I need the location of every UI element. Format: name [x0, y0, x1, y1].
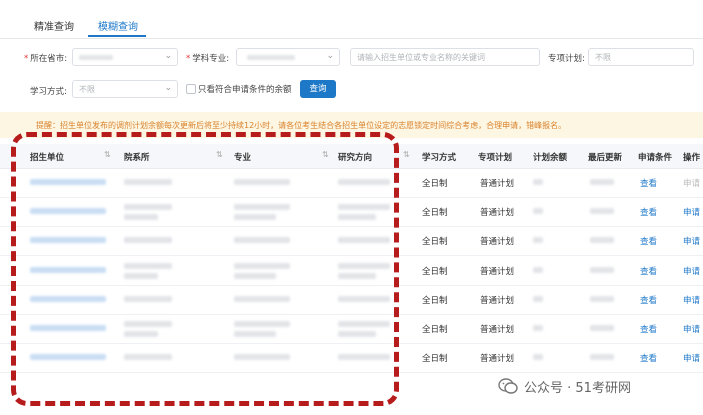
- only-eligible-label: 只看符合申请条件的余额: [198, 85, 292, 95]
- tab-fuzzy-query[interactable]: 模糊查询: [98, 18, 138, 33]
- mode-cell: 全日制: [422, 237, 448, 247]
- col-header-plan[interactable]: 专项计划: [478, 151, 512, 163]
- subject-select[interactable]: ⌄: [236, 48, 340, 66]
- apply-link[interactable]: 申请: [683, 235, 700, 247]
- view-conditions-link[interactable]: 查看: [640, 323, 657, 335]
- col-header-mode[interactable]: 学习方式: [422, 151, 456, 163]
- col-header-updated[interactable]: 最后更新: [588, 151, 622, 163]
- apply-link[interactable]: 申请: [683, 265, 700, 277]
- plan-cell: 普通计划: [480, 208, 515, 218]
- redacted-cell: [533, 208, 543, 214]
- redacted-cell: [590, 267, 614, 273]
- redacted-cell: [590, 179, 614, 185]
- redacted-cell: [590, 325, 614, 331]
- redacted-cell: [533, 354, 543, 360]
- redacted-cell: [590, 237, 614, 243]
- main-panel: 精准查询 模糊查询 * 所在省市: ⌄ * 学科专业: ⌄ 请输入招生单位或专业名称…: [0, 0, 703, 415]
- active-tab-indicator: [88, 35, 146, 37]
- chevron-down-icon: ⌄: [326, 51, 334, 61]
- watermark: 公众号 · 51考研网: [498, 374, 631, 398]
- redacted-cell: [590, 208, 614, 214]
- keyword-input[interactable]: 请输入招生单位或专业名称的关键词: [350, 48, 540, 66]
- plan-cell: 普通计划: [480, 296, 515, 306]
- apply-link: 申请: [683, 179, 701, 189]
- mode-cell: 全日制: [422, 267, 448, 277]
- mode-cell: 全日制: [422, 325, 448, 335]
- plan-cell: 普通计划: [480, 179, 515, 189]
- view-conditions-link[interactable]: 查看: [640, 265, 657, 277]
- only-eligible-checkbox[interactable]: [186, 84, 196, 94]
- notice-text: 提醒：招生单位发布的调剂计划余额每次更新后将至少持续12小时，请各位考生结合各招…: [36, 121, 567, 130]
- province-label: * 所在省市:: [24, 54, 68, 64]
- redacted-cell: [533, 237, 543, 243]
- redacted-cell: [533, 296, 543, 302]
- tab-exact-query[interactable]: 精准查询: [34, 18, 74, 33]
- mode-cell: 全日制: [422, 208, 448, 218]
- mode-label: 学习方式:: [30, 87, 67, 97]
- view-conditions-link[interactable]: 查看: [640, 177, 657, 189]
- redacted-cell: [533, 179, 543, 185]
- query-tabs: 精准查询 模糊查询: [0, 0, 703, 39]
- mode-cell: 全日制: [422, 296, 448, 306]
- redacted-cell: [533, 325, 543, 331]
- plan-cell: 普通计划: [480, 237, 515, 247]
- plan-cell: 普通计划: [480, 267, 515, 277]
- watermark-text: 公众号 · 51考研网: [524, 380, 631, 396]
- wechat-icon: [498, 378, 518, 394]
- mode-select[interactable]: 不限 ⌄: [72, 80, 178, 98]
- query-button[interactable]: 查询: [300, 80, 336, 98]
- col-header-actions: 操作: [683, 153, 701, 163]
- sort-icon[interactable]: ⇅: [403, 150, 410, 159]
- view-conditions-link[interactable]: 查看: [640, 206, 657, 218]
- col-header-remaining[interactable]: 计划余额: [533, 151, 567, 163]
- province-select[interactable]: ⌄: [72, 48, 178, 66]
- plan-cell: 普通计划: [480, 354, 515, 364]
- view-conditions-link[interactable]: 查看: [640, 235, 657, 247]
- plan-select[interactable]: 不限: [588, 48, 694, 66]
- redacted-cell: [533, 267, 543, 273]
- mode-cell: 全日制: [422, 354, 448, 364]
- highlight-annotation: [11, 132, 399, 406]
- apply-link[interactable]: 申请: [683, 352, 700, 364]
- plan-cell: 普通计划: [480, 325, 515, 335]
- chevron-down-icon: ⌄: [164, 83, 172, 93]
- apply-link[interactable]: 申请: [683, 206, 700, 218]
- col-header-conditions: 申请条件: [638, 153, 673, 163]
- chevron-down-icon: ⌄: [164, 51, 172, 61]
- view-conditions-link[interactable]: 查看: [640, 294, 657, 306]
- redacted-cell: [590, 354, 614, 360]
- apply-link[interactable]: 申请: [683, 294, 700, 306]
- subject-label: * 学科专业:: [186, 54, 230, 64]
- apply-link[interactable]: 申请: [683, 323, 700, 335]
- mode-cell: 全日制: [422, 179, 448, 189]
- view-conditions-link[interactable]: 查看: [640, 352, 657, 364]
- redacted-cell: [590, 296, 614, 302]
- plan-label: 专项计划:: [548, 54, 585, 64]
